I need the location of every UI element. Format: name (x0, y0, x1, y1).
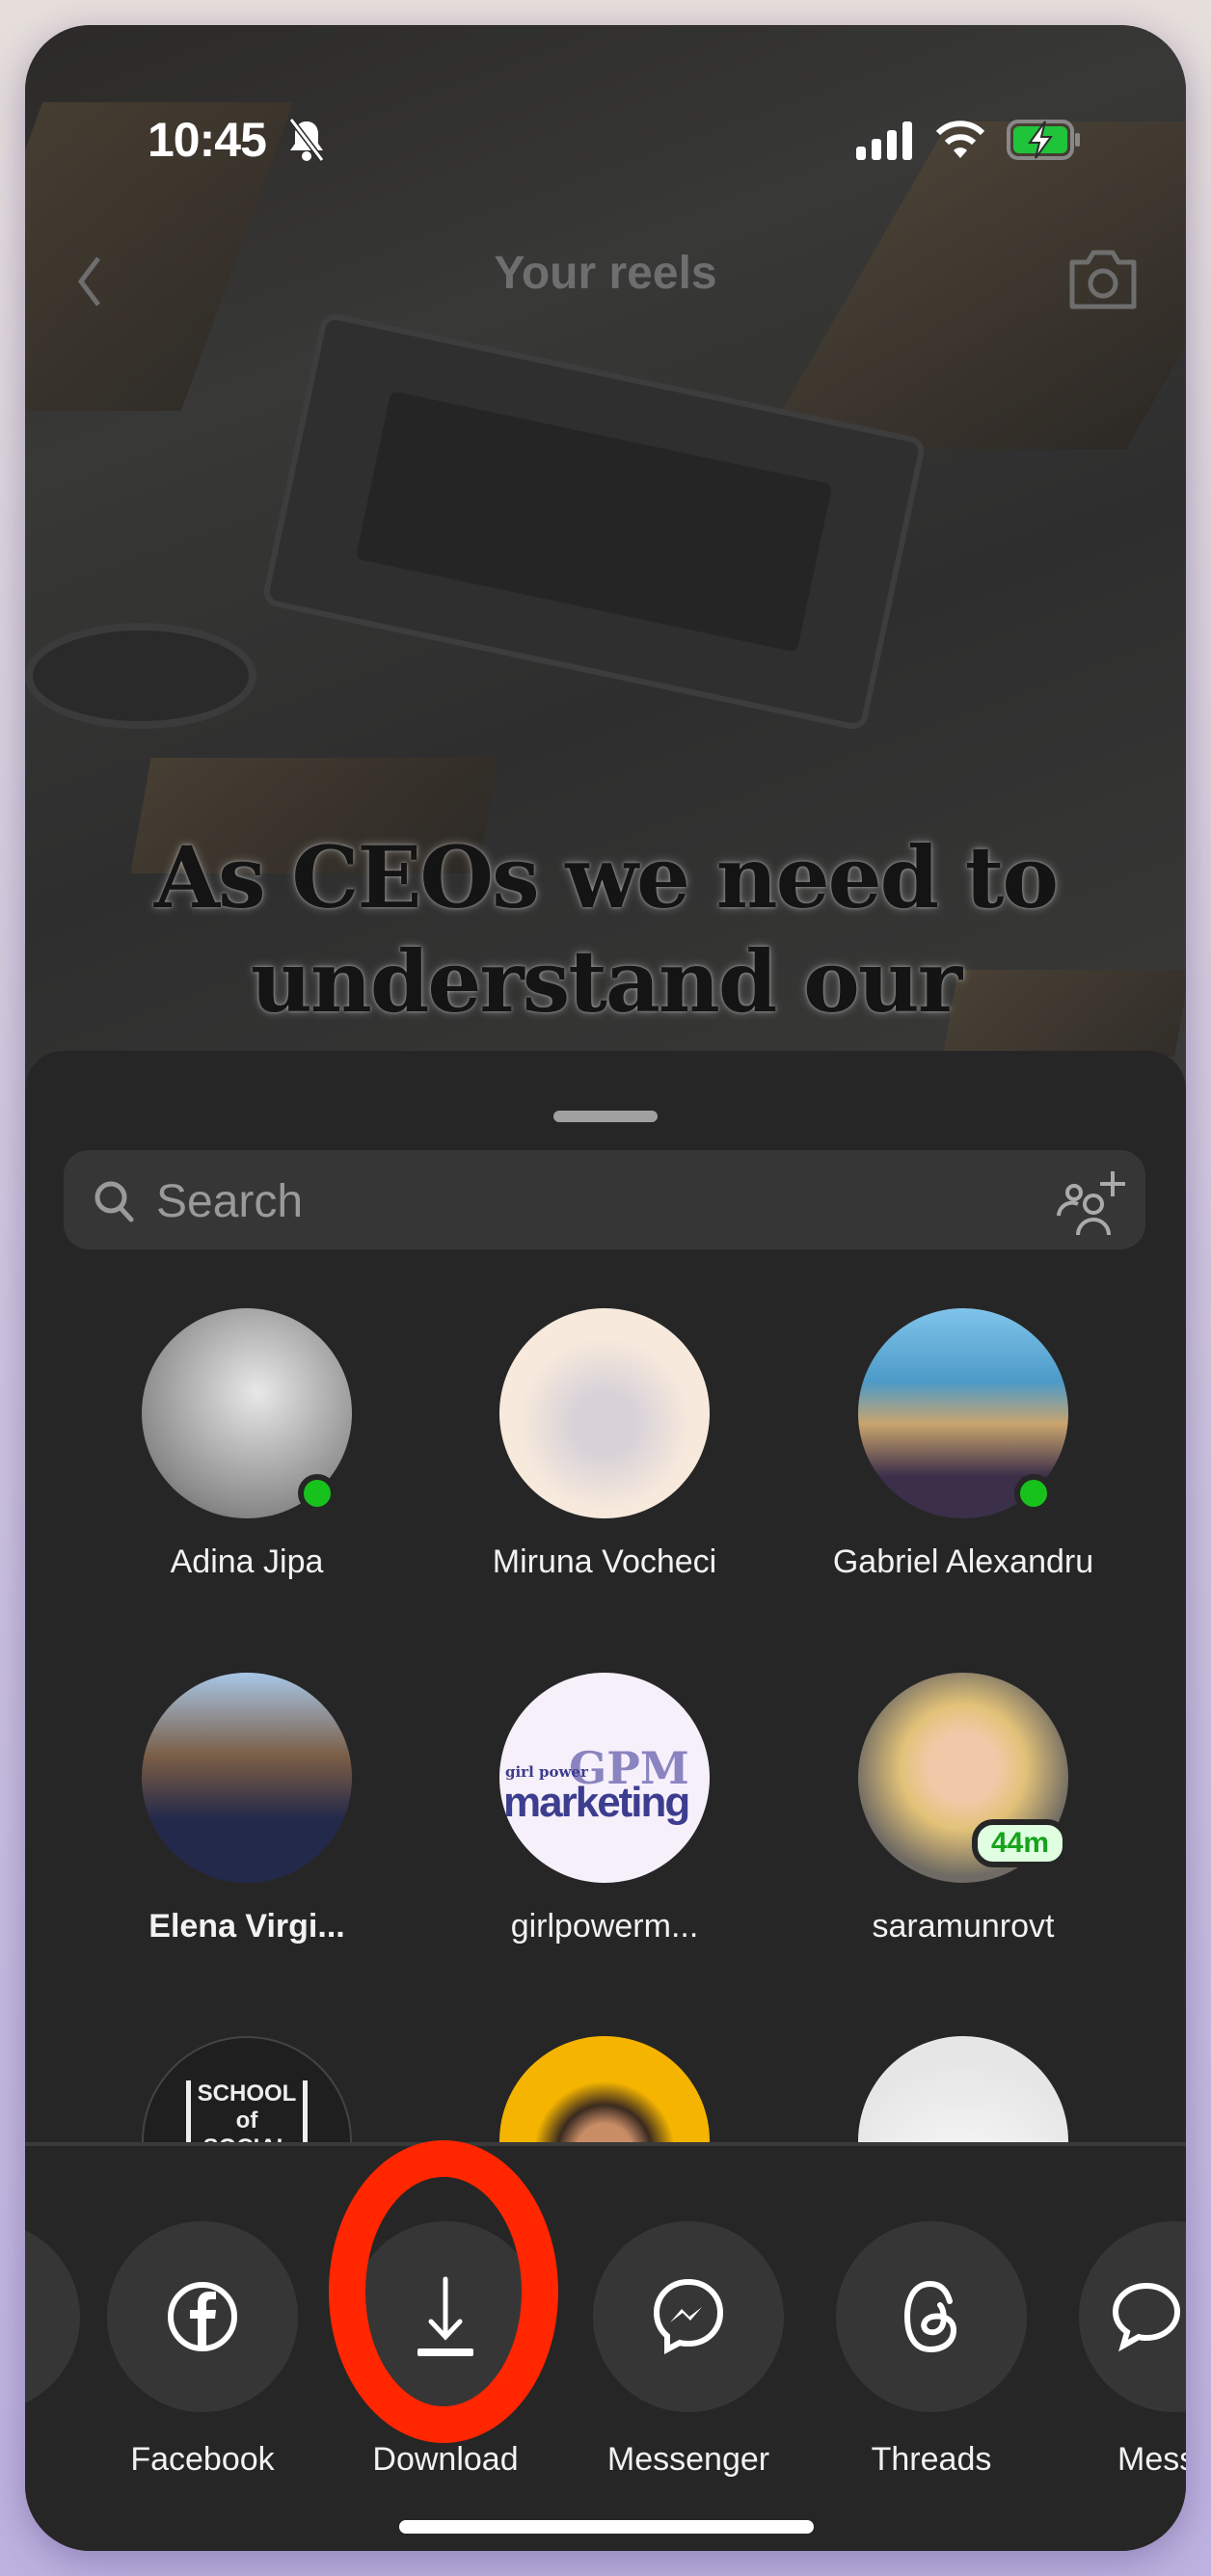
contact-name: girlpowerm... (510, 1908, 699, 1945)
contacts-grid: Adina Jipa Miruna Vocheci Gabriel Alexan… (25, 1051, 1186, 2142)
contact-item[interactable]: Adina Jipa (88, 1308, 406, 1584)
share-label: Messenger (606, 2441, 770, 2478)
share-label: Messa (1117, 2441, 1186, 2478)
wifi-icon (935, 121, 985, 158)
contact-name: Adina Jipa (170, 1543, 324, 1580)
avatar: GPM girl power marketing (499, 1673, 710, 1883)
online-indicator (1014, 1474, 1053, 1513)
share-target-threads[interactable]: Threads (836, 2221, 1027, 2478)
battery-charging-icon (1007, 120, 1080, 160)
contact-item[interactable]: 44m saramunrovt (804, 1673, 1122, 1948)
activity-badge: 44m (972, 1819, 1069, 1867)
message-icon (1112, 2282, 1181, 2352)
page-title: Your reels (494, 248, 717, 299)
threads-icon (903, 2280, 957, 2353)
home-indicator[interactable] (399, 2520, 814, 2534)
status-time: 10:45 (148, 113, 267, 167)
caption-line: As CEOs we need to (153, 827, 1059, 927)
avatar: SCHOOL of SOCIAL (142, 2036, 352, 2142)
reel-preview: 10:45 Your reels As CEOs we need to unde… (25, 25, 1186, 1095)
facebook-icon (168, 2282, 237, 2351)
camera-icon[interactable] (1066, 247, 1140, 310)
app-icon (25, 2221, 80, 2412)
contact-name: Gabriel Alexandru (832, 1543, 1094, 1580)
bell-slash-icon (288, 118, 325, 162)
contact-name: Elena Virgi... (148, 1908, 345, 1945)
contact-item[interactable] (445, 2036, 764, 2142)
contact-item[interactable]: Gabriel Alexandru (804, 1308, 1122, 1584)
share-target-app[interactable]: p (25, 2221, 80, 2412)
phone-screen: 10:45 Your reels As CEOs we need to unde… (25, 25, 1186, 2551)
contact-item[interactable]: Miruna Vocheci (445, 1308, 764, 1584)
divider (25, 2142, 1186, 2146)
avatar (499, 2036, 710, 2142)
contact-name: Miruna Vocheci (492, 1543, 717, 1580)
reels-header: Your reels (25, 247, 1186, 309)
cellular-signal-icon (856, 121, 912, 160)
caption-line: understand our (250, 931, 962, 1032)
share-label: Threads (871, 2441, 992, 2478)
share-target-messenger[interactable]: Messenger (593, 2221, 784, 2478)
messenger-icon (653, 2278, 724, 2355)
contact-item[interactable]: GPM girl power marketing girlpowerm... (445, 1673, 764, 1948)
red-highlight-circle (329, 2140, 558, 2443)
avatar (142, 1673, 352, 1883)
logo-text: of SOCIAL (203, 2107, 291, 2142)
contact-item[interactable]: Elena Virgi... (88, 1673, 406, 1948)
status-bar: 10:45 (25, 112, 1186, 170)
share-sheet: Search Adina Jipa Miruna Vocheci Gabriel… (25, 1051, 1186, 2551)
share-label: Download (372, 2441, 519, 2478)
share-target-facebook[interactable]: Facebook (107, 2221, 298, 2478)
share-label: Facebook (130, 2441, 275, 2478)
contact-item[interactable] (804, 2036, 1122, 2142)
logo-text: SCHOOL (197, 2080, 297, 2106)
reel-caption: As CEOs we need to understand our (25, 825, 1186, 1033)
share-target-message[interactable]: Messa (1079, 2221, 1186, 2478)
contact-name: saramunrovt (872, 1908, 1055, 1945)
avatar (858, 2036, 1068, 2142)
online-indicator (298, 1474, 336, 1513)
logo-text: marketing (503, 1779, 690, 1826)
avatar (499, 1308, 710, 1518)
contact-item[interactable]: SCHOOL of SOCIAL (88, 2036, 406, 2142)
